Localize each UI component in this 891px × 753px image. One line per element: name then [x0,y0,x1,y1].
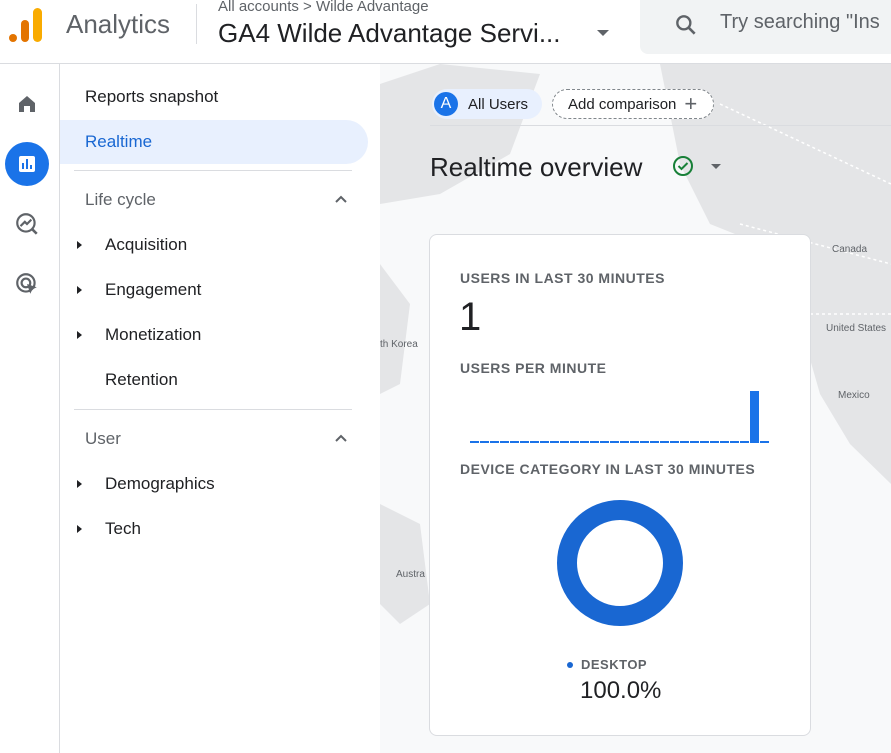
icon-rail [0,64,60,753]
segment-chip-all-users[interactable]: A All Users [432,89,542,119]
legend-desktop: DESKTOP [567,657,647,672]
minute-bar[interactable] [560,441,569,443]
divider [74,409,352,410]
minute-bar[interactable] [570,441,579,443]
advertising-icon[interactable] [5,262,49,306]
realtime-main: Canada United States Mexico th Korea Aus… [380,64,891,753]
expand-arrow-icon [77,286,82,294]
map-label: Mexico [838,390,870,401]
minute-bar[interactable] [640,441,649,443]
divider [430,125,891,126]
minute-bar[interactable] [490,441,499,443]
nav-reports-snapshot[interactable]: Reports snapshot [60,75,368,119]
map-label: Canada [832,244,868,255]
top-bar: Analytics All accounts > Wilde Advantage… [0,0,891,64]
minute-bar[interactable] [730,441,739,443]
divider [74,170,352,171]
expand-arrow-icon [77,331,82,339]
app-name: Analytics [66,9,171,39]
segment-badge: A [434,92,458,116]
nav-monetization[interactable]: Monetization [60,313,368,357]
minute-bar[interactable] [500,441,509,443]
minute-bar[interactable] [680,441,689,443]
caret-down-icon[interactable] [711,164,721,169]
expand-arrow-icon [77,480,82,488]
users-per-minute-chart[interactable] [470,385,770,443]
minute-bar[interactable] [690,441,699,443]
map-label: United States [826,323,887,334]
nav-acquisition[interactable]: Acquisition [60,223,368,267]
minute-bar[interactable] [670,441,679,443]
nav-label: Monetization [105,325,202,344]
minute-bar[interactable] [540,441,549,443]
minute-bar[interactable] [480,441,489,443]
section-life-cycle[interactable]: Life cycle [85,190,156,210]
minute-bar[interactable] [550,441,559,443]
caret-down-icon[interactable] [597,30,609,36]
legend-dot [567,661,573,668]
nav-label: Acquisition [105,235,188,254]
minute-bar[interactable] [750,391,759,443]
map-label: th Korea [380,339,418,350]
minute-bar[interactable] [760,441,769,443]
add-comparison-label: Add comparison [568,95,677,113]
reports-icon[interactable] [5,142,49,186]
nav-label: Engagement [105,280,202,299]
reports-nav: Reports snapshot Realtime Life cycle Acq… [60,64,380,753]
breadcrumb[interactable]: All accounts > Wilde Advantage [218,0,429,15]
page-title: Realtime overview [430,152,643,182]
expand-arrow-icon [77,525,82,533]
nav-tech[interactable]: Tech [60,507,368,551]
nav-label: Retention [105,370,178,389]
nav-engagement[interactable]: Engagement [60,268,368,312]
nav-demographics[interactable]: Demographics [60,462,368,506]
device-label: DEVICE CATEGORY IN LAST 30 MINUTES [460,461,756,477]
minute-bar[interactable] [520,441,529,443]
minute-bar[interactable] [620,441,629,443]
nav-retention[interactable]: Retention [60,358,368,402]
segment-label: All Users [468,95,529,113]
minute-bar[interactable] [650,441,659,443]
minute-bar[interactable] [590,441,599,443]
nav-realtime[interactable]: Realtime [60,120,368,164]
device-donut-chart[interactable] [556,499,684,627]
divider [196,4,197,44]
expand-arrow-icon [77,241,82,249]
minute-bar[interactable] [660,441,669,443]
nav-label: Demographics [105,474,215,493]
minute-bar[interactable] [700,441,709,443]
minute-bar[interactable] [740,441,749,443]
minute-bar[interactable] [720,441,729,443]
minute-bar[interactable] [610,441,619,443]
minute-bar[interactable] [710,441,719,443]
realtime-card: USERS IN LAST 30 MINUTES 1 USERS PER MIN… [429,234,811,736]
map-label: Austra [396,569,425,580]
desktop-percent: 100.0% [580,677,662,704]
search-icon [676,15,696,35]
minute-bar[interactable] [470,441,479,443]
minute-bar[interactable] [530,441,539,443]
check-circle-icon [673,156,693,176]
donut-slice-desktop[interactable] [557,500,683,626]
search-input[interactable]: Try searching "Ins [720,11,880,34]
minute-bar[interactable] [510,441,519,443]
legend-label: DESKTOP [581,657,648,672]
per-minute-label: USERS PER MINUTE [460,360,607,376]
chevron-up-icon[interactable] [334,192,348,206]
property-selector[interactable]: GA4 Wilde Advantage Servi... [218,18,561,49]
minute-bar[interactable] [600,441,609,443]
explore-icon[interactable] [5,202,49,246]
minute-bar[interactable] [580,441,589,443]
analytics-logo[interactable] [9,6,43,42]
add-comparison-button[interactable]: Add comparison + [552,89,714,119]
users-value: 1 [459,295,482,339]
users-label: USERS IN LAST 30 MINUTES [460,270,665,286]
minute-bar[interactable] [630,441,639,443]
plus-icon: + [684,91,698,116]
nav-label: Tech [105,519,141,538]
home-icon[interactable] [5,82,49,126]
chevron-up-icon[interactable] [334,431,348,445]
section-user[interactable]: User [85,429,121,449]
search-bar[interactable]: Try searching "Ins [640,0,891,54]
